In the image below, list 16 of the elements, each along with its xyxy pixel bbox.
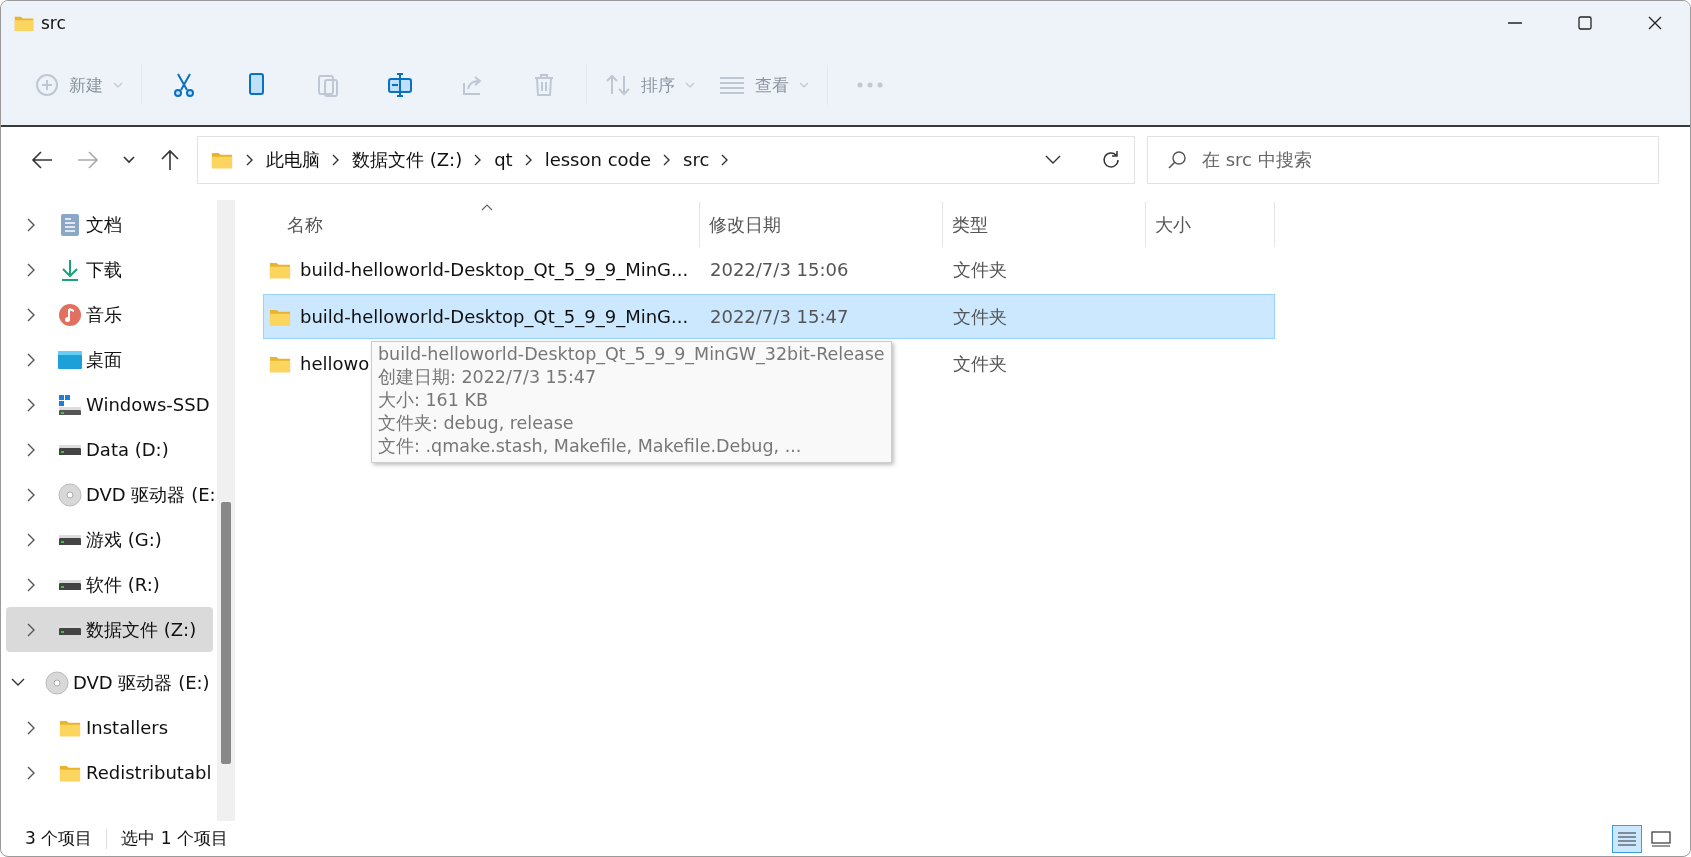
item-count: 3 个项目 xyxy=(25,827,93,850)
tooltip-line: 文件夹: debug, release xyxy=(378,412,575,435)
file-type: 文件夹 xyxy=(953,305,1007,327)
tooltip-line: 文件: .qmake.stash, Makefile, Makefile.Debug, ... xyxy=(378,435,803,458)
tooltip-line: build-helloworld-Desktop_Qt_5_9_9_MinGW_32bit-Release xyxy=(378,343,885,366)
file-name: hellowo xyxy=(300,353,370,374)
tooltip-line: 大小: 161 KB xyxy=(378,389,489,412)
file-name: build-helloworld-Desktop_Qt_5_9_9_MinG... xyxy=(300,306,689,327)
modified-date: 2022/7/3 15:06 xyxy=(710,259,849,280)
file-type: 文件夹 xyxy=(953,352,1007,374)
tooltip-line: 创建日期: 2022/7/3 15:47 xyxy=(378,366,598,389)
selection-count: 选中 1 个项目 xyxy=(121,827,228,850)
window-title: src xyxy=(41,13,67,33)
modified-date: 2022/7/3 15:47 xyxy=(710,306,849,327)
file-name: build-helloworld-Desktop_Qt_5_9_9_MinG... xyxy=(300,259,689,280)
file-type: 文件夹 xyxy=(953,258,1007,280)
